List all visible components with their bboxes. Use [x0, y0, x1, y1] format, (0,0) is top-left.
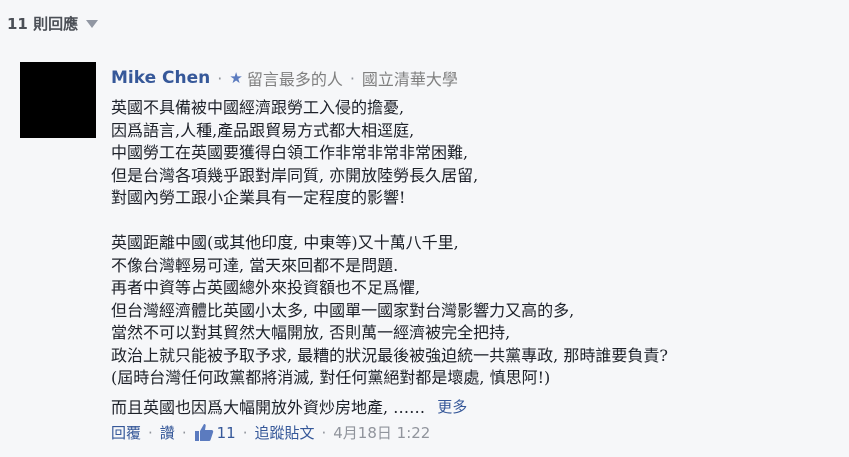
comment-line: 但台灣經濟體比英國小太多, 中國單一國家對台灣影響力又高的多,: [111, 300, 575, 320]
reply-count-label: 11 則回應: [7, 15, 79, 33]
follow-post-link[interactable]: 追蹤貼文: [254, 422, 314, 443]
thumbs-up-icon: [194, 424, 213, 441]
separator-dot: ·: [242, 423, 248, 442]
comment-header: Mike Chen · ★ 留言最多的人 · 國立清華大學: [111, 66, 458, 90]
separator-dot: ·: [148, 423, 153, 442]
comment-line: 不像台灣輕易可達, 當天來回都不是問題.: [111, 255, 399, 275]
separator-dot: ·: [349, 68, 355, 88]
author-affiliation[interactable]: 國立清華大學: [362, 66, 458, 90]
reply-count-toggle[interactable]: 11 則回應: [7, 13, 100, 34]
separator-dot: ·: [181, 423, 187, 442]
comment-line: 政治上就只能被予取予求, 最糟的狀況最後被強迫統一共黨專政, 那時誰要負責?: [111, 345, 668, 365]
chevron-down-icon: [86, 19, 99, 28]
like-count[interactable]: 11: [217, 424, 236, 442]
truncated-line: 而且英國也因爲大幅開放外資炒房地產, …… 更多: [111, 394, 467, 418]
comment: Mike Chen · ★ 留言最多的人 · 國立清華大學 英國不具備被中國經濟…: [0, 46, 849, 457]
comment-line: 對國內勞工跟小企業具有一定程度的影響!: [111, 188, 406, 207]
see-more-link[interactable]: 更多: [437, 396, 467, 417]
like-link[interactable]: 讚: [160, 422, 175, 443]
comment-line: 再者中資等占英國總外來投資額也不足爲懼,: [111, 278, 421, 297]
top-commenter-badge: 留言最多的人: [246, 70, 343, 89]
comment-body: 英國不具備被中國經濟跟勞工入侵的擔憂, 因爲語言,人種,產品跟貿易方式都大相逕庭…: [111, 97, 831, 390]
comment-line: 英國距離中國(或其他印度, 中東等)又十萬八千里,: [111, 233, 459, 252]
replies-header: 11 則回應: [0, 0, 849, 47]
separator-dot: ·: [217, 68, 223, 88]
comment-line: 因爲語言,人種,產品跟貿易方式都大相逕庭,: [111, 120, 415, 140]
comment-line: 英國不具備被中國經濟跟勞工入侵的擔憂,: [111, 98, 405, 117]
author-name[interactable]: Mike Chen: [111, 68, 210, 88]
comment-line: 當然不可以對其貿然大幅開放, 否則萬一經濟被完全把持,: [111, 323, 511, 342]
comment-line: (屆時台灣任何政黨都將消滅, 對任何黨絕對都是壞處, 慎思阿!): [111, 368, 551, 387]
truncated-text: 而且英國也因爲大幅開放外資炒房地產, ……: [111, 398, 426, 417]
separator-dot: ·: [321, 423, 327, 442]
comment-line: 但是台灣各項幾乎跟對岸同質, 亦開放陸勞長久居留,: [111, 165, 479, 185]
avatar[interactable]: [20, 62, 96, 138]
reply-link[interactable]: 回覆: [111, 422, 141, 443]
comment-actions: 回覆 · 讚 · 11 · 追蹤貼文 · 4月18日 1:22: [111, 422, 430, 443]
star-icon: ★: [229, 69, 243, 87]
comment-line: 中國勞工在英國要獲得白領工作非常非常非常困難,: [111, 143, 469, 162]
comment-timestamp[interactable]: 4月18日 1:22: [333, 422, 430, 443]
